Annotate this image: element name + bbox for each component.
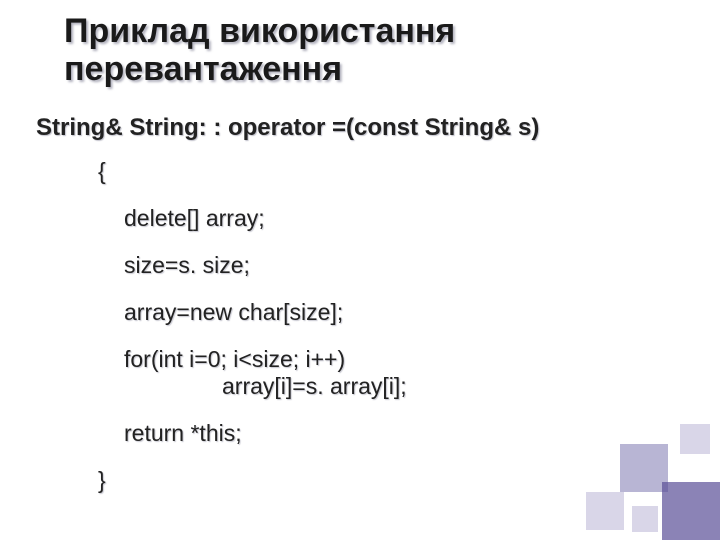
code-line-size: size=s. size;	[124, 254, 696, 277]
code-line-new: array=new char[size];	[124, 301, 696, 324]
title-line-1: Приклад використання	[64, 12, 455, 50]
slide: Приклад використання перевантаження Stri…	[0, 0, 720, 540]
brace-open: {	[98, 160, 696, 183]
code-line-return: return *this;	[124, 422, 696, 445]
function-signature: String& String: : operator =(const Strin…	[36, 114, 696, 142]
code-line-delete: delete[] array;	[124, 207, 696, 230]
code-line-assign: array[i]=s. array[i];	[222, 375, 696, 398]
brace-close: }	[98, 469, 696, 492]
code-line-for: for(int i=0; i<size; i++)	[124, 348, 696, 371]
slide-title: Приклад використання перевантаження	[64, 12, 696, 88]
title-line-2: перевантаження	[64, 50, 342, 88]
code-block: { delete[] array; size=s. size; array=ne…	[64, 160, 696, 492]
